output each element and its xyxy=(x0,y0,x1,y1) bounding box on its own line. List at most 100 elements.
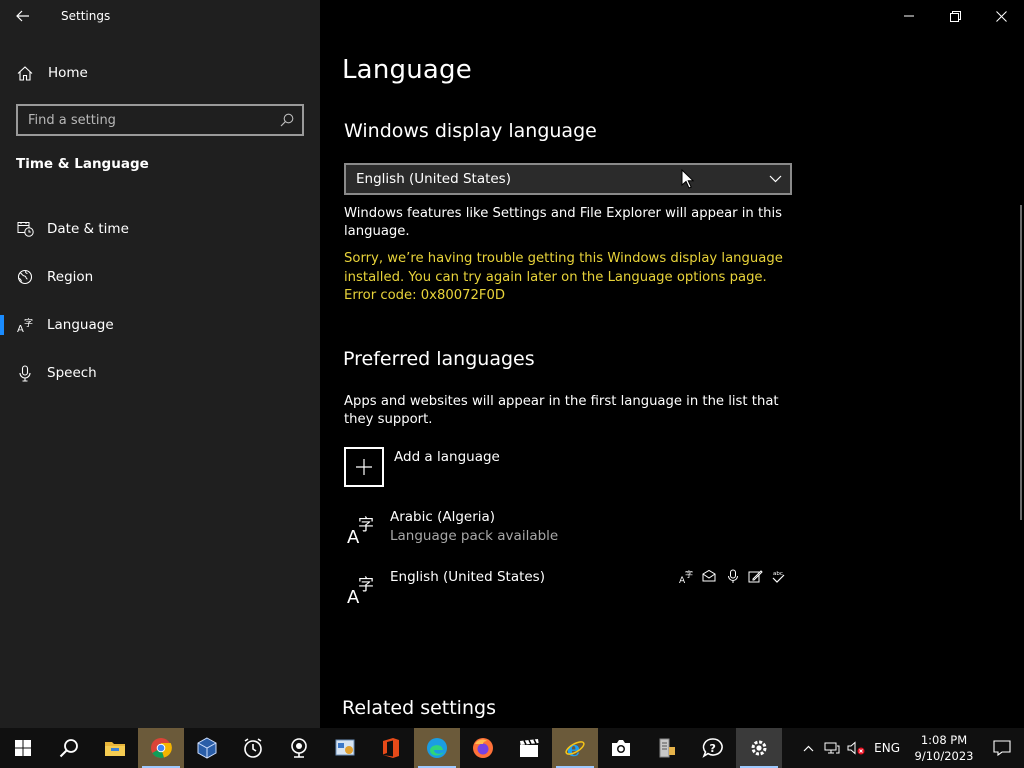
display-language-description: Windows features like Settings and File … xyxy=(344,206,783,239)
language-name: English (United States) xyxy=(390,569,545,585)
home-icon xyxy=(16,65,34,81)
sidebar-item-label: Language xyxy=(47,317,114,333)
related-settings-heading: Related settings xyxy=(342,697,496,719)
clapperboard-icon xyxy=(520,739,539,757)
nav-home[interactable]: Home xyxy=(0,54,320,92)
back-arrow-icon xyxy=(16,10,29,22)
svg-text:字: 字 xyxy=(358,575,374,594)
start-button[interactable] xyxy=(0,728,46,768)
taskbar-video-editor[interactable] xyxy=(506,728,552,768)
close-icon xyxy=(995,10,1007,22)
taskbar-settings[interactable] xyxy=(736,728,782,768)
sidebar-item-language[interactable]: A字 Language xyxy=(0,301,320,349)
gear-icon xyxy=(751,740,767,756)
chevron-down-icon xyxy=(769,175,782,183)
svg-text:?: ? xyxy=(710,742,716,755)
preferred-languages-heading: Preferred languages xyxy=(343,348,535,370)
nav-list: Date & time Region A字 Language Speech xyxy=(0,205,320,397)
notification-icon xyxy=(993,740,1011,756)
system-tray: ENG 1:08 PM 9/10/2023 xyxy=(796,728,1024,768)
language-text: English (United States) xyxy=(390,568,545,586)
sidebar-item-region[interactable]: Region xyxy=(0,253,320,301)
preferred-languages-description: Apps and websites will appear in the fir… xyxy=(344,394,779,427)
search-box[interactable] xyxy=(16,104,304,136)
windows-logo-icon xyxy=(15,740,31,756)
restore-button[interactable] xyxy=(932,0,978,32)
display-language-dropdown[interactable]: English (United States) xyxy=(344,163,792,195)
search-button[interactable] xyxy=(46,728,92,768)
display-language-value: English (United States) xyxy=(356,171,511,187)
svg-text:字: 字 xyxy=(358,515,374,534)
plus-box xyxy=(344,447,384,487)
office-icon xyxy=(383,738,399,758)
webcam-icon xyxy=(291,738,307,758)
scrollbar[interactable] xyxy=(1020,205,1022,520)
language-icon: A字 xyxy=(347,515,374,546)
action-center-button[interactable] xyxy=(980,728,1024,768)
minimize-icon xyxy=(904,15,914,17)
taskbar-virtualbox[interactable] xyxy=(184,728,230,768)
sidebar-item-date-time[interactable]: Date & time xyxy=(0,205,320,253)
taskbar-firefox[interactable] xyxy=(460,728,506,768)
globe-icon xyxy=(16,269,34,285)
taskbar-control-panel[interactable] xyxy=(322,728,368,768)
mouse-cursor-icon xyxy=(681,169,695,189)
search-input[interactable] xyxy=(18,106,272,134)
language-feature-icons: A字 abc xyxy=(678,568,787,585)
sidebar-item-speech[interactable]: Speech xyxy=(0,349,320,397)
taskbar-edge[interactable] xyxy=(414,728,460,768)
restore-icon xyxy=(949,10,961,22)
taskbar-get-help[interactable]: ? xyxy=(690,728,736,768)
add-language-label: Add a language xyxy=(394,449,500,465)
control-panel-icon xyxy=(335,739,355,756)
titlebar-left: Settings xyxy=(0,0,320,32)
taskbar-internet-explorer[interactable]: e xyxy=(552,728,598,768)
taskbar-file-explorer[interactable] xyxy=(92,728,138,768)
search-icon xyxy=(59,739,78,758)
page-title: Language xyxy=(342,55,472,85)
plus-icon xyxy=(356,459,372,475)
internet-explorer-icon: e xyxy=(565,737,585,759)
taskbar-camera[interactable] xyxy=(598,728,644,768)
svg-text:字: 字 xyxy=(685,569,693,579)
volume-muted-icon xyxy=(847,741,865,755)
language-status: Language pack available xyxy=(390,528,559,544)
minimize-button[interactable] xyxy=(886,0,932,32)
show-hidden-icons-button[interactable] xyxy=(796,728,820,768)
language-item-english[interactable]: A字 English (United States) A字 abc xyxy=(344,568,787,620)
taskbar-alarms[interactable] xyxy=(230,728,276,768)
language-icon: A字 xyxy=(16,317,34,333)
handwriting-feature-icon xyxy=(747,568,764,585)
search-icon[interactable] xyxy=(272,113,302,127)
calendar-clock-icon xyxy=(16,221,34,237)
taskbar-chrome[interactable] xyxy=(138,728,184,768)
taskbar-server-manager[interactable] xyxy=(644,728,690,768)
chrome-icon xyxy=(151,738,172,758)
close-button[interactable] xyxy=(978,0,1024,32)
camera-icon xyxy=(612,740,630,756)
taskbar-camera-app[interactable] xyxy=(276,728,322,768)
clock-date: 9/10/2023 xyxy=(914,749,974,763)
nav-home-label: Home xyxy=(48,65,88,81)
sidebar: Settings Home Time & Language Date & tim… xyxy=(0,0,320,728)
svg-text:A: A xyxy=(17,324,24,333)
language-name: Arabic (Algeria) xyxy=(390,509,496,525)
language-item-arabic[interactable]: A字 Arabic (Algeria) Language pack availa… xyxy=(344,508,784,560)
back-button[interactable] xyxy=(0,0,46,32)
alarm-clock-icon xyxy=(244,738,262,758)
taskbar-office[interactable] xyxy=(368,728,414,768)
microphone-icon xyxy=(16,364,34,382)
taskbar: e ? ENG 1:08 PM 9/10/2023 xyxy=(0,728,1024,768)
network-button[interactable] xyxy=(820,728,844,768)
cube-icon xyxy=(197,737,217,759)
clock[interactable]: 1:08 PM 9/10/2023 xyxy=(908,732,980,764)
content-pane: Language Windows display language Englis… xyxy=(320,0,1024,728)
volume-button[interactable] xyxy=(844,728,868,768)
language-text: Arabic (Algeria) Language pack available xyxy=(390,508,558,546)
input-language-indicator[interactable]: ENG xyxy=(874,741,900,755)
window-controls xyxy=(886,0,1024,32)
clock-time: 1:08 PM xyxy=(920,733,968,747)
help-chat-icon: ? xyxy=(702,738,723,758)
svg-text:abc: abc xyxy=(773,571,783,577)
add-language-button[interactable]: Add a language xyxy=(344,447,500,487)
